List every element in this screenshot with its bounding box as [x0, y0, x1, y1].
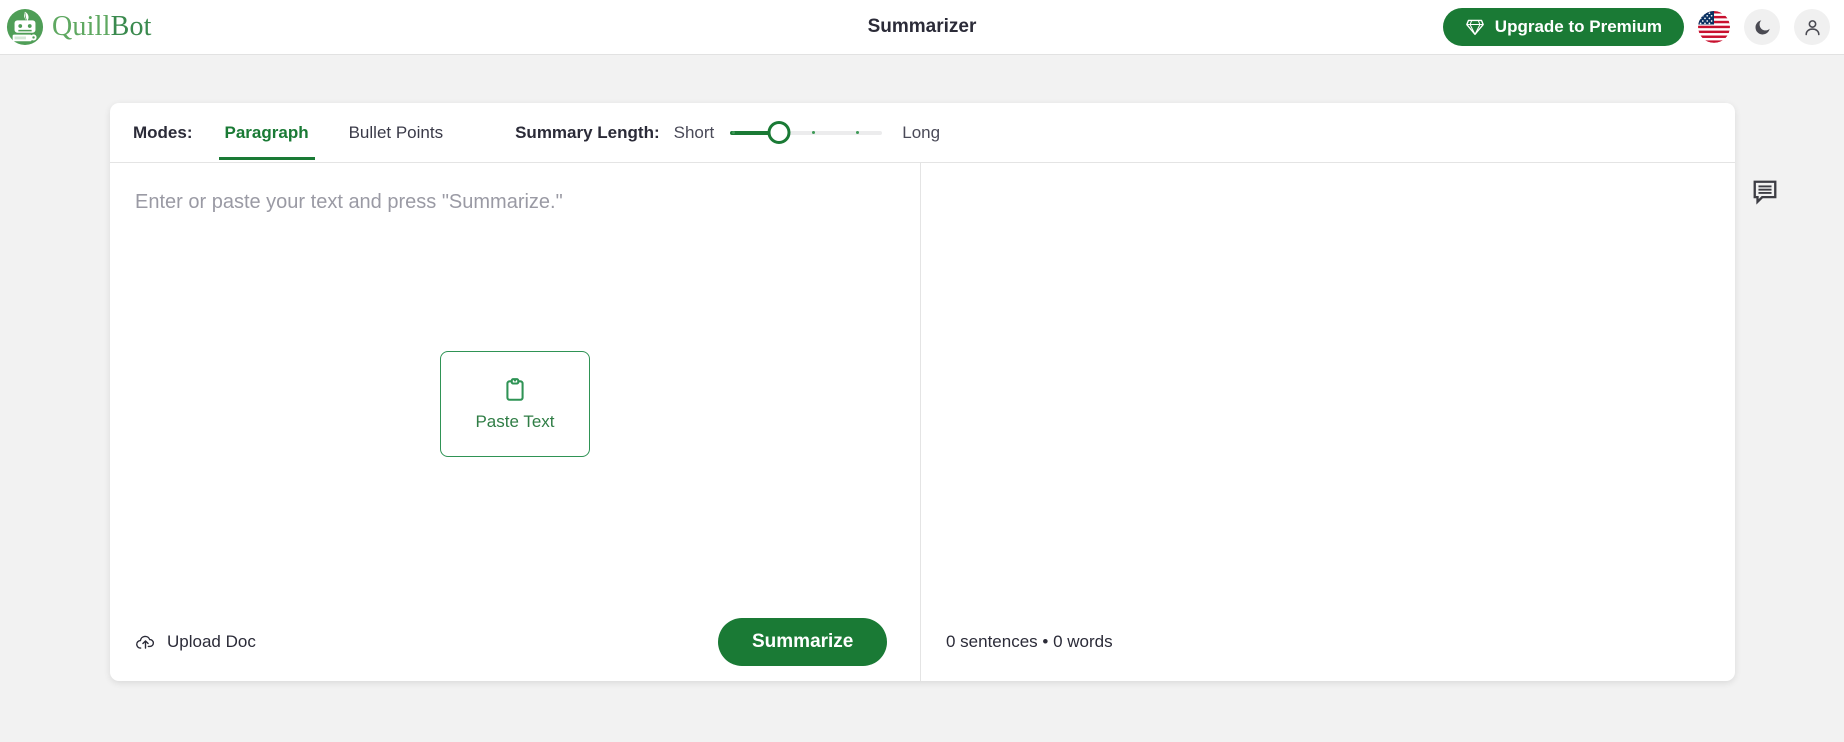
output-panel: 0 sentences • 0 words — [921, 163, 1735, 681]
brand-name-second: Bot — [111, 11, 152, 42]
brand-name-first: Quill — [52, 11, 111, 42]
modes-label: Modes: — [133, 123, 193, 143]
clipboard-icon — [502, 377, 528, 403]
tab-paragraph[interactable]: Paragraph — [219, 105, 315, 160]
feedback-button[interactable] — [1748, 175, 1782, 209]
brand-logo[interactable]: QuillBot — [6, 8, 152, 46]
summary-length-label: Summary Length: — [515, 123, 660, 143]
app-header: QuillBot Summarizer Upgrade to Premium — [0, 0, 1844, 55]
editor-panels: Enter or paste your text and press "Summ… — [110, 163, 1735, 681]
page-body: Modes: Paragraph Bullet Points Summary L… — [0, 55, 1844, 742]
input-footer: Upload Doc Summarize — [110, 603, 920, 681]
moon-icon — [1753, 18, 1772, 37]
input-editor[interactable]: Enter or paste your text and press "Summ… — [110, 163, 920, 603]
diamond-icon — [1465, 18, 1485, 36]
brand-name: QuillBot — [52, 11, 152, 43]
summary-length-long-label: Long — [902, 123, 940, 143]
summarizer-toolbar: Modes: Paragraph Bullet Points Summary L… — [110, 103, 1735, 163]
summarize-button[interactable]: Summarize — [718, 618, 887, 666]
person-icon — [1802, 17, 1823, 38]
summarizer-card: Modes: Paragraph Bullet Points Summary L… — [110, 103, 1735, 681]
feedback-comment-icon — [1751, 178, 1779, 206]
input-placeholder: Enter or paste your text and press "Summ… — [135, 191, 563, 214]
header-actions: Upgrade to Premium — [1443, 8, 1830, 46]
cloud-upload-icon — [135, 633, 156, 652]
quillbot-robot-logo-icon — [6, 8, 44, 46]
input-panel: Enter or paste your text and press "Summ… — [110, 163, 921, 681]
output-footer: 0 sentences • 0 words — [921, 603, 1735, 681]
sentence-word-count: 0 sentences • 0 words — [946, 632, 1113, 652]
upgrade-button-label: Upgrade to Premium — [1495, 17, 1662, 37]
paste-text-button-label: Paste Text — [475, 412, 554, 432]
upload-doc-label: Upload Doc — [167, 632, 256, 652]
slider-thumb[interactable] — [767, 121, 790, 144]
summary-length-short-label: Short — [674, 123, 715, 143]
tab-bullet-points[interactable]: Bullet Points — [343, 105, 450, 160]
upgrade-to-premium-button[interactable]: Upgrade to Premium — [1443, 8, 1684, 46]
summary-length-slider[interactable] — [730, 121, 882, 145]
us-flag-icon — [1698, 11, 1730, 43]
account-button[interactable] — [1794, 9, 1830, 45]
paste-text-button[interactable]: Paste Text — [440, 351, 590, 457]
output-editor[interactable] — [921, 163, 1735, 603]
dark-mode-toggle-button[interactable] — [1744, 9, 1780, 45]
upload-doc-button[interactable]: Upload Doc — [135, 632, 256, 652]
language-flag-button[interactable] — [1698, 11, 1730, 43]
